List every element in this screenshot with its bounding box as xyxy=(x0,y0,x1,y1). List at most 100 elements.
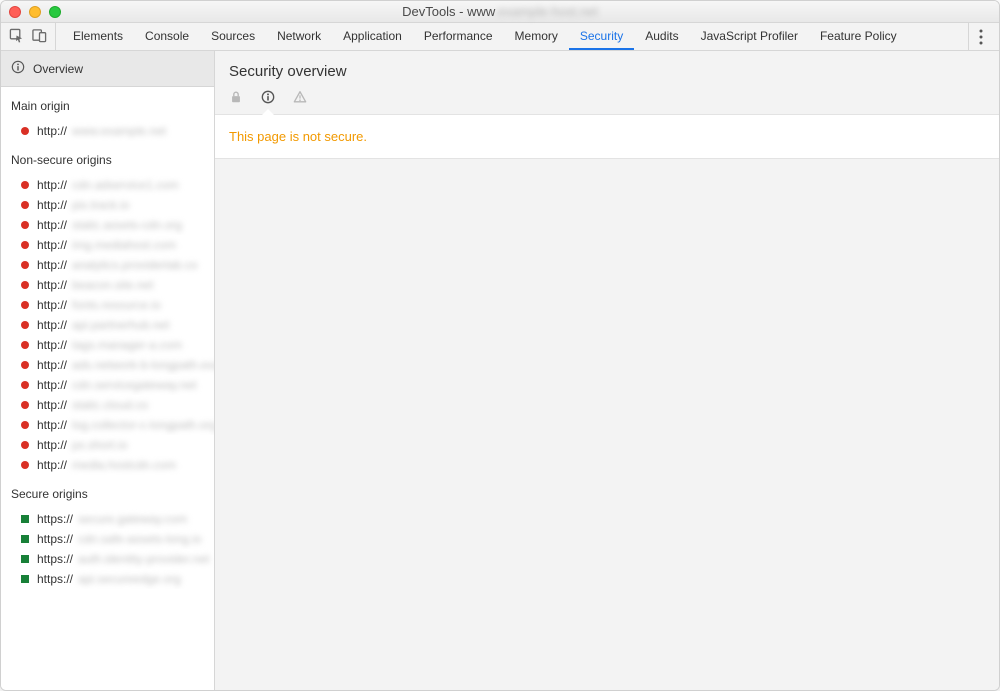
origin-item[interactable]: http:// static.cloud.co xyxy=(1,395,214,415)
origin-scheme: http:// xyxy=(37,358,67,372)
origin-item[interactable]: http:// analytics.providerlab.co xyxy=(1,255,214,275)
origin-scheme: http:// xyxy=(37,458,67,472)
origin-item[interactable]: http:// www.example.net xyxy=(1,121,214,141)
origin-item[interactable]: https:// api.secureedge.org xyxy=(1,569,214,589)
insecure-indicator-icon xyxy=(21,461,29,469)
origin-host: ads.network-b-longpath.example xyxy=(72,358,214,372)
insecure-indicator-icon xyxy=(21,261,29,269)
lock-icon[interactable] xyxy=(229,90,243,104)
origin-scheme: http:// xyxy=(37,298,67,312)
info-icon xyxy=(11,60,25,77)
origin-item[interactable]: http:// media.hostcdn.com xyxy=(1,455,214,475)
origin-scheme: http:// xyxy=(37,218,67,232)
zoom-window-button[interactable] xyxy=(49,6,61,18)
origin-item[interactable]: http://px.short.io xyxy=(1,435,214,455)
origin-host: cdn.adservice1.com xyxy=(72,178,179,192)
secure-indicator-icon xyxy=(21,575,29,583)
origin-item[interactable]: https:// auth.identity-provider.net xyxy=(1,549,214,569)
origin-item[interactable]: http://beacon.site.net xyxy=(1,275,214,295)
tab-performance[interactable]: Performance xyxy=(413,23,504,50)
origin-item[interactable]: http:// img.mediahost.com xyxy=(1,235,214,255)
origin-item[interactable]: http:// cdn.adservice1.com xyxy=(1,175,214,195)
origin-host: pix.track.io xyxy=(72,198,129,212)
tab-application[interactable]: Application xyxy=(332,23,413,50)
device-toggle-icon[interactable] xyxy=(32,28,47,46)
insecure-indicator-icon xyxy=(21,241,29,249)
origin-scheme: https:// xyxy=(37,572,73,586)
origin-host: media.hostcdn.com xyxy=(72,458,176,472)
insecure-indicator-icon xyxy=(21,201,29,209)
sidebar-overview-label: Overview xyxy=(33,62,83,76)
origin-item[interactable]: https://cdn.safe-assets-long.io xyxy=(1,529,214,549)
insecure-indicator-icon xyxy=(21,441,29,449)
insecure-indicator-icon xyxy=(21,221,29,229)
origin-host: cdn.safe-assets-long.io xyxy=(78,532,201,546)
minimize-window-button[interactable] xyxy=(29,6,41,18)
insecure-indicator-icon xyxy=(21,181,29,189)
origin-host: auth.identity-provider.net xyxy=(78,552,209,566)
origin-item[interactable]: http://api.partnerhub.net xyxy=(1,315,214,335)
origin-host: cdn.servicegateway.net xyxy=(72,378,197,392)
insecure-indicator-icon xyxy=(21,361,29,369)
tab-feature-policy[interactable]: Feature Policy xyxy=(809,23,908,50)
secure-indicator-icon xyxy=(21,515,29,523)
secure-indicator-icon xyxy=(21,555,29,563)
origin-scheme: http:// xyxy=(37,418,67,432)
tab-elements[interactable]: Elements xyxy=(62,23,134,50)
tab-javascript-profiler[interactable]: JavaScript Profiler xyxy=(690,23,809,50)
window-title: DevTools - www.example-host.net xyxy=(1,4,999,19)
origin-item[interactable]: http:// cdn.servicegateway.net xyxy=(1,375,214,395)
devtools-window: DevTools - www.example-host.net Elements… xyxy=(0,0,1000,691)
tab-sources[interactable]: Sources xyxy=(200,23,266,50)
origin-host: static.assets-cdn.org xyxy=(72,218,182,232)
origin-host: analytics.providerlab.co xyxy=(72,258,197,272)
origin-scheme: http:// xyxy=(37,124,67,138)
insecure-indicator-icon xyxy=(21,301,29,309)
warning-icon[interactable] xyxy=(293,90,307,104)
security-overview-heading: Security overview xyxy=(215,51,999,86)
origin-scheme: http:// xyxy=(37,398,67,412)
tab-memory[interactable]: Memory xyxy=(504,23,569,50)
origin-item[interactable]: http:// static.assets-cdn.org xyxy=(1,215,214,235)
inspect-element-icon[interactable] xyxy=(9,28,24,46)
origin-scheme: https:// xyxy=(37,552,73,566)
origin-host: tags.manager-a.com xyxy=(72,338,182,352)
origin-item[interactable]: https://secure.gateway.com xyxy=(1,509,214,529)
close-window-button[interactable] xyxy=(9,6,21,18)
info-icon[interactable] xyxy=(261,90,275,104)
origin-host: fonts.resource.io xyxy=(72,298,161,312)
origin-item[interactable]: http://pix.track.io xyxy=(1,195,214,215)
tab-audits[interactable]: Audits xyxy=(634,23,689,50)
origin-scheme: http:// xyxy=(37,278,67,292)
security-sidebar: Overview Main origin http://www.example.… xyxy=(1,51,215,690)
origin-host: img.mediahost.com xyxy=(72,238,176,252)
origin-item[interactable]: http:// fonts.resource.io xyxy=(1,295,214,315)
more-options-button[interactable] xyxy=(968,23,993,50)
tab-console[interactable]: Console xyxy=(134,23,200,50)
origin-scheme: http:// xyxy=(37,378,67,392)
origin-scheme: http:// xyxy=(37,178,67,192)
insecure-indicator-icon xyxy=(21,281,29,289)
origin-scheme: http:// xyxy=(37,438,67,452)
tab-security[interactable]: Security xyxy=(569,23,634,50)
origin-host: log.collector-c-longpath.org xyxy=(72,418,214,432)
origin-item[interactable]: http:// ads.network-b-longpath.example xyxy=(1,355,214,375)
origin-host: www.example.net xyxy=(72,124,166,138)
tab-network[interactable]: Network xyxy=(266,23,332,50)
sidebar-overview[interactable]: Overview xyxy=(1,51,214,87)
security-status-icons xyxy=(215,86,999,114)
origin-host: api.secureedge.org xyxy=(78,572,181,586)
secure-indicator-icon xyxy=(21,535,29,543)
insecure-indicator-icon xyxy=(21,421,29,429)
origin-scheme: http:// xyxy=(37,238,67,252)
origin-host: static.cloud.co xyxy=(72,398,148,412)
section-title-secure: Secure origins xyxy=(1,475,214,509)
insecure-indicator-icon xyxy=(21,127,29,135)
origin-scheme: http:// xyxy=(37,258,67,272)
security-status-message: This page is not secure. xyxy=(215,114,999,159)
origin-scheme: https:// xyxy=(37,512,73,526)
window-titlebar: DevTools - www.example-host.net xyxy=(1,1,999,23)
origin-scheme: http:// xyxy=(37,318,67,332)
origin-item[interactable]: http://tags.manager-a.com xyxy=(1,335,214,355)
origin-item[interactable]: http:// log.collector-c-longpath.org xyxy=(1,415,214,435)
